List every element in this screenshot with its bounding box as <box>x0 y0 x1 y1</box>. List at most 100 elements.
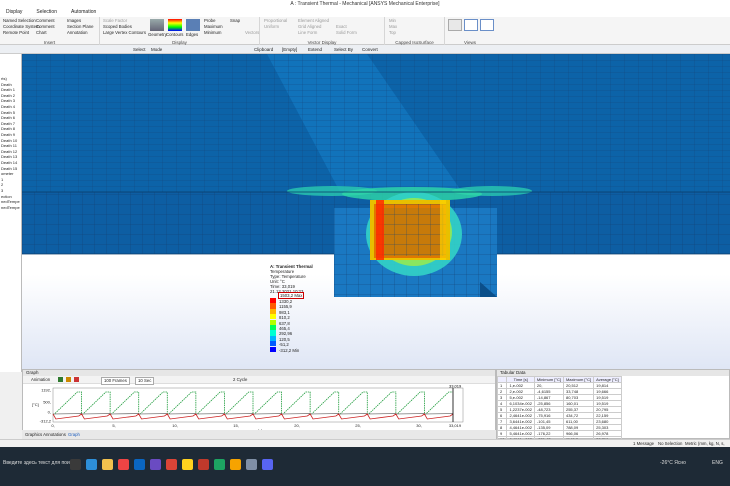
select-by-dropdown[interactable]: Select By <box>334 45 353 54</box>
app3-icon[interactable] <box>230 459 241 470</box>
extend-dropdown[interactable]: Extend <box>308 45 322 54</box>
ansys-icon[interactable] <box>182 459 193 470</box>
tab-graphics-annotations[interactable]: Graphics Annotations <box>25 430 66 439</box>
ribbon-group-insert: Named Selection Coordinate System Remote… <box>0 17 100 45</box>
scoped-bodies-dropdown[interactable]: Scoped Bodies <box>103 24 132 29</box>
tree-item[interactable]: nedTempe <box>1 199 20 204</box>
app-icon[interactable] <box>150 459 161 470</box>
images-button[interactable]: Images <box>67 18 81 23</box>
app2-icon[interactable] <box>214 459 225 470</box>
acrobat-icon[interactable] <box>198 459 209 470</box>
capped-max[interactable]: Max <box>389 24 397 29</box>
coordinate-system-button[interactable]: Coordinate System <box>3 24 40 29</box>
named-selection-button[interactable]: Named Selection <box>3 18 36 23</box>
worksheet-icon[interactable] <box>448 19 462 31</box>
tree-item[interactable]: Death 4 <box>1 104 15 109</box>
tree-item[interactable]: Death <box>1 82 12 87</box>
tree-item[interactable]: 2 <box>1 182 3 187</box>
uniform-button[interactable]: Uniform <box>264 24 279 29</box>
tree-item[interactable]: Death 14 <box>1 160 17 165</box>
language-indicator[interactable]: ENG <box>712 460 723 466</box>
tree-item[interactable]: Death 2 <box>1 93 15 98</box>
legend-color-scale: 1503,2 Max 1330,2 1155,9 983,1 810,2 637,8 465… <box>270 292 330 353</box>
edges-icon[interactable] <box>186 19 200 31</box>
select-button[interactable]: Select <box>133 45 146 54</box>
remote-point-button[interactable]: Remote Point <box>3 30 29 35</box>
convert-dropdown[interactable]: Convert <box>362 45 378 54</box>
tree-item[interactable]: rts) <box>1 76 7 81</box>
menu-display[interactable]: Display <box>6 8 22 17</box>
tree-item[interactable]: Death 10 <box>1 138 17 143</box>
capped-top[interactable]: Top <box>389 30 396 35</box>
taskbar-search[interactable]: Введите здесь текст для поиска <box>3 460 77 466</box>
table-cell: 2,4641e-002 <box>506 412 535 419</box>
menu-automation[interactable]: Automation <box>71 8 96 17</box>
probe-button[interactable]: Probe <box>204 18 215 23</box>
tree-item[interactable]: Death 5 <box>1 110 15 115</box>
model-render <box>22 54 730 297</box>
tree-item[interactable]: ometer <box>1 171 13 176</box>
chart-button[interactable]: Chart <box>36 30 47 35</box>
solid-form-button[interactable]: Solid Form <box>336 30 357 35</box>
clipboard-dropdown[interactable]: Clipboard <box>254 45 273 54</box>
tree-item[interactable]: Death 11 <box>1 143 17 148</box>
explorer-icon[interactable] <box>102 459 113 470</box>
scale-factor-field[interactable]: Scale Factor <box>103 18 127 23</box>
annotation-button[interactable]: Annotation <box>67 30 88 35</box>
graphics-viewport[interactable] <box>22 54 730 369</box>
weather-widget[interactable]: -26°C Ясно <box>660 460 686 466</box>
tree-item[interactable]: Death 15 <box>1 166 17 171</box>
tab-graph[interactable]: Graph <box>68 430 80 439</box>
column-header[interactable]: Average [°C] <box>593 376 622 383</box>
element-aligned-button[interactable]: Element Aligned <box>298 18 329 23</box>
tree-item[interactable]: 1 <box>1 177 3 182</box>
tree-item[interactable]: Death 13 <box>1 154 17 159</box>
vectors-button[interactable]: Vectors <box>245 30 259 35</box>
exact-button[interactable]: Exact <box>336 24 347 29</box>
tree-item[interactable]: Death 7 <box>1 121 15 126</box>
tree-item[interactable]: Death 6 <box>1 115 15 120</box>
tree-item[interactable]: Death 1 <box>1 87 15 92</box>
tree-item[interactable]: Death 9 <box>1 132 15 137</box>
pause-icon[interactable] <box>66 377 71 382</box>
grid-aligned-button[interactable]: Grid Aligned <box>298 24 321 29</box>
graph-view-icon[interactable] <box>464 19 478 31</box>
column-header[interactable]: Minimum [°C] <box>533 376 564 383</box>
tree-item[interactable]: Death 12 <box>1 149 17 154</box>
discord-icon[interactable] <box>262 459 273 470</box>
tree-item[interactable]: ection <box>1 194 12 199</box>
result-legend[interactable]: A: Transient Thermal Temperature Type: T… <box>270 264 330 362</box>
maximum-button[interactable]: Maximum <box>204 24 223 29</box>
play-icon[interactable] <box>58 377 63 382</box>
stop-icon[interactable] <box>74 377 79 382</box>
capped-min[interactable]: Min <box>389 18 396 23</box>
menu-selection[interactable]: Selection <box>36 8 57 17</box>
chrome-icon[interactable] <box>166 459 177 470</box>
tree-item[interactable]: 3 <box>1 188 3 193</box>
word-icon[interactable] <box>134 459 145 470</box>
section-plane-button[interactable]: Section Plane <box>67 24 94 29</box>
comment-button[interactable]: Comment <box>36 24 55 29</box>
graph-plot[interactable]: 1192,500,0,-312,2[°C]0, 5, 10, 15, 20, 25, 30,… <box>23 384 495 432</box>
edge-icon[interactable] <box>86 459 97 470</box>
snap-toggle[interactable]: Snap <box>230 18 240 23</box>
tree-item[interactable]: Death 8 <box>1 126 15 131</box>
line-form-button[interactable]: Line Form <box>298 30 317 35</box>
task-view-icon[interactable] <box>70 459 81 470</box>
minimum-button[interactable]: Minimum <box>204 30 221 35</box>
proportional-button[interactable]: Proportional <box>264 18 287 23</box>
column-header[interactable]: Maximum [°C] <box>562 376 595 383</box>
large-vertex-contours-toggle[interactable]: Large Vertex Contours <box>103 30 146 35</box>
tabular-data-icon[interactable] <box>480 19 494 31</box>
comments-button[interactable]: Comment <box>36 18 55 23</box>
opera-icon[interactable] <box>118 459 129 470</box>
cycle-control[interactable]: 2 Cycle <box>233 376 247 384</box>
tree-item[interactable]: nedTempe <box>1 205 20 210</box>
geometry-icon[interactable] <box>150 19 164 31</box>
legend-tick-label: 810,2 <box>279 315 290 321</box>
tree-item[interactable]: Death 3 <box>1 98 15 103</box>
contours-icon[interactable] <box>168 19 182 31</box>
y-axis-label: [°C] <box>32 402 39 407</box>
app4-icon[interactable] <box>246 459 257 470</box>
mode-dropdown[interactable]: Mode <box>151 45 162 54</box>
